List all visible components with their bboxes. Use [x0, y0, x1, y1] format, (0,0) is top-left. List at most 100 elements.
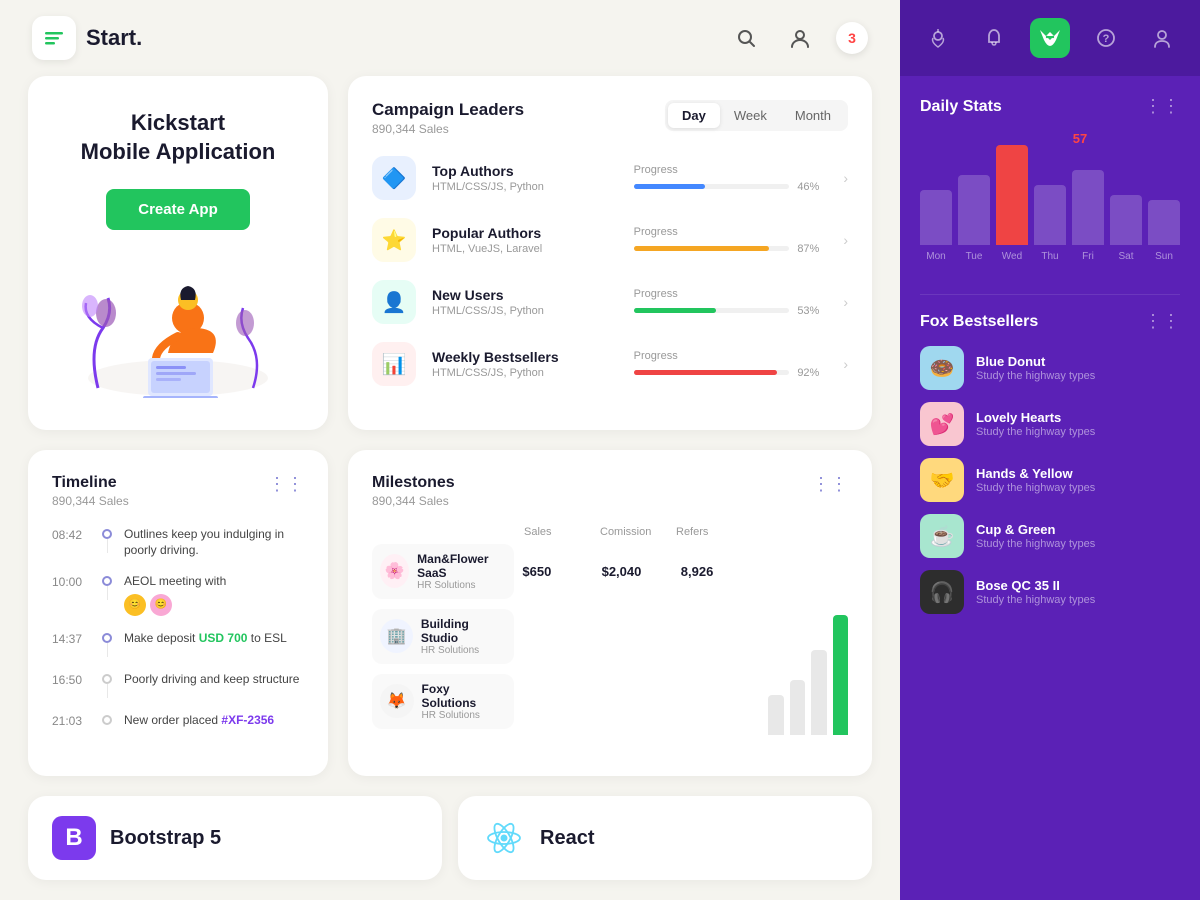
progress-bar-fill [634, 246, 769, 251]
milestone-info: Building Studio HR Solutions [421, 617, 507, 656]
progress-bar-fill [634, 370, 777, 375]
progress-pct: 92% [797, 367, 819, 379]
milestone-sales: $650 [522, 564, 593, 579]
progress-label: Progress [634, 288, 820, 300]
col-header-sales: Sales [524, 526, 592, 538]
daily-stats-bar-col: Sat [1110, 195, 1142, 262]
tl-dot [102, 715, 112, 725]
content-grid: Kickstart Mobile Application Create App [0, 76, 900, 796]
milestones-info: Milestones 890,344 Sales [372, 474, 455, 526]
daily-stats-bar-label: Sun [1155, 251, 1173, 262]
daily-stats-bar [1110, 195, 1142, 245]
bestseller-sub: Study the highway types [976, 426, 1180, 438]
fox-bestsellers-title: Fox Bestsellers [920, 313, 1038, 331]
tl-time: 08:42 [52, 528, 90, 542]
col-header-commission: Comission [600, 526, 668, 538]
fox-bestsellers-section: Fox Bestsellers ⋮⋮ 🍩 Blue Donut Study th… [900, 295, 1200, 630]
bestseller-sub: Study the highway types [976, 594, 1180, 606]
daily-stats-menu[interactable]: ⋮⋮ [1144, 96, 1180, 117]
bestseller-info: Cup & Green Study the highway types [976, 522, 1180, 550]
tl-dot-col [102, 526, 112, 553]
progress-row: 92% [634, 367, 820, 379]
campaign-subtitle: 890,344 Sales [372, 122, 524, 136]
tl-content: AEOL meeting with 😊 😊 [124, 573, 226, 616]
user-button[interactable] [782, 20, 818, 56]
bestseller-sub: Study the highway types [976, 370, 1180, 382]
timeline-item: 10:00 AEOL meeting with 😊 😊 [52, 573, 304, 616]
right-sidebar: ? Daily Stats ⋮⋮ 57 Mon Tue Wed Thu [900, 0, 1200, 900]
create-app-button[interactable]: Create App [106, 189, 249, 230]
bestseller-name: Bose QC 35 II [976, 578, 1180, 593]
tab-day[interactable]: Day [668, 103, 720, 128]
chart-bar [811, 650, 827, 735]
row-progress: Progress 92% [634, 350, 820, 379]
milestones-menu[interactable]: ⋮⋮ [812, 474, 848, 495]
sidebar-icon-user[interactable] [1142, 18, 1182, 58]
campaign-header: Campaign Leaders 890,344 Sales Day Week … [372, 100, 848, 136]
fox-bestseller-item[interactable]: 💕 Lovely Hearts Study the highway types [920, 402, 1180, 446]
tl-text: Poorly driving and keep structure [124, 671, 299, 688]
row-chevron[interactable]: › [843, 294, 848, 310]
daily-stats-bar [1148, 200, 1180, 245]
campaign-info: Campaign Leaders 890,344 Sales [372, 100, 524, 136]
tl-avatar: 😊 [124, 594, 146, 616]
row-progress: Progress 46% [634, 164, 820, 193]
daily-stats-bar-col: Thu [1034, 185, 1066, 262]
fox-bestseller-item[interactable]: 🤝 Hands & Yellow Study the highway types [920, 458, 1180, 502]
search-button[interactable] [728, 20, 764, 56]
timeline-info: Timeline 890,344 Sales [52, 474, 129, 526]
daily-stats-bar [958, 175, 990, 245]
bestseller-thumb: 🎧 [920, 570, 964, 614]
tl-line [107, 539, 108, 553]
row-sub: HTML/CSS/JS, Python [432, 181, 618, 193]
notification-badge[interactable]: 3 [836, 22, 868, 54]
campaign-row: 📊 Weekly Bestsellers HTML/CSS/JS, Python… [372, 342, 848, 386]
bestseller-name: Blue Donut [976, 354, 1180, 369]
milestones-col-headers: Sales Comission Refers [372, 526, 752, 538]
sidebar-icon-fox[interactable] [1030, 18, 1070, 58]
row-icon: 📊 [372, 342, 416, 386]
daily-stats-bar-col: Sun [1148, 200, 1180, 262]
fox-bestseller-item[interactable]: 🎧 Bose QC 35 II Study the highway types [920, 570, 1180, 614]
kickstart-title: Kickstart Mobile Application [81, 108, 276, 167]
row-sub: HTML/CSS/JS, Python [432, 305, 618, 317]
progress-row: 46% [634, 181, 820, 193]
daily-stats-bar-col: Tue [958, 175, 990, 262]
tab-week[interactable]: Week [720, 103, 781, 128]
fox-bestseller-item[interactable]: 🍩 Blue Donut Study the highway types [920, 346, 1180, 390]
react-brand-card: React [458, 796, 872, 880]
campaign-title: Campaign Leaders [372, 100, 524, 120]
chart-bar-col [811, 650, 827, 735]
tl-content: Outlines keep you indulging in poorly dr… [124, 526, 304, 560]
tl-time: 14:37 [52, 632, 90, 646]
row-name: Top Authors [432, 163, 618, 179]
tl-dot-col [102, 671, 112, 698]
sidebar-icon-location[interactable] [918, 18, 958, 58]
tl-dot-col [102, 630, 112, 657]
timeline-menu[interactable]: ⋮⋮ [268, 474, 304, 495]
row-chevron[interactable]: › [843, 356, 848, 372]
daily-stats-bar-col: Fri [1072, 170, 1104, 262]
tl-line [107, 684, 108, 698]
tl-avatars: 😊 😊 [124, 594, 226, 616]
sidebar-icon-help[interactable]: ? [1086, 18, 1126, 58]
milestone-name-cell: 🌸 Man&Flower SaaS HR Solutions [372, 544, 514, 599]
tl-line [107, 643, 108, 657]
tab-month[interactable]: Month [781, 103, 845, 128]
row-chevron[interactable]: › [843, 170, 848, 186]
fox-bestsellers-menu[interactable]: ⋮⋮ [1144, 311, 1180, 332]
milestone-info: Foxy Solutions HR Solutions [422, 682, 507, 721]
milestone-name: Building Studio [421, 617, 507, 645]
sidebar-icon-bar: ? [900, 0, 1200, 76]
chart-bar-col [833, 615, 849, 735]
row-chevron[interactable]: › [843, 232, 848, 248]
fox-bestseller-item[interactable]: ☕ Cup & Green Study the highway types [920, 514, 1180, 558]
sidebar-icon-bell[interactable] [974, 18, 1014, 58]
milestone-info: Man&Flower SaaS HR Solutions [417, 552, 506, 591]
row-info: Top Authors HTML/CSS/JS, Python [432, 163, 618, 193]
fox-bestsellers-list: 🍩 Blue Donut Study the highway types 💕 L… [920, 346, 1180, 614]
timeline-list: 08:42 Outlines keep you indulging in poo… [52, 526, 304, 729]
tl-dot-col [102, 573, 112, 600]
timeline-item: 21:03 New order placed #XF-2356 [52, 712, 304, 729]
campaign-row: 🔷 Top Authors HTML/CSS/JS, Python Progre… [372, 156, 848, 200]
